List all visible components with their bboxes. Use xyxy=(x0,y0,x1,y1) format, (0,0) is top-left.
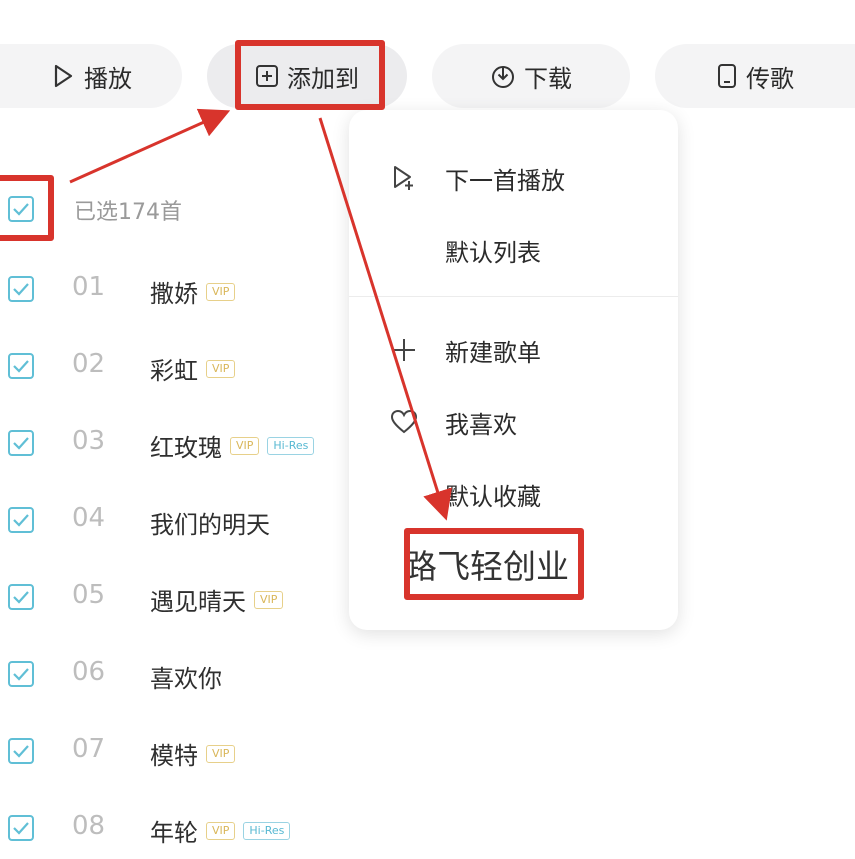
vip-badge: VIP xyxy=(230,436,260,455)
menu-divider xyxy=(349,296,678,297)
check-icon xyxy=(13,591,29,604)
row-checkbox[interactable] xyxy=(8,276,34,302)
transfer-label: 传歌 xyxy=(746,64,794,93)
track-title: 撒娇 xyxy=(150,280,198,308)
phone-icon xyxy=(718,64,736,88)
play-icon xyxy=(54,64,73,88)
row-checkbox[interactable] xyxy=(8,353,34,379)
track-number: 05 xyxy=(72,580,106,610)
row-checkbox[interactable] xyxy=(8,661,34,687)
menu-item-new-playlist[interactable]: 新建歌单 xyxy=(349,330,678,370)
vip-badge: VIP xyxy=(254,590,284,609)
track-title: 红玫瑰 xyxy=(150,434,222,462)
menu-item-label: 默认列表 xyxy=(445,238,541,267)
add-to-button[interactable]: 添加到 xyxy=(207,44,407,108)
check-icon xyxy=(13,514,29,527)
vip-badge: VIP xyxy=(206,744,236,763)
menu-item-label: 默认收藏 xyxy=(445,482,541,511)
row-checkbox[interactable] xyxy=(8,430,34,456)
select-all-checkbox[interactable] xyxy=(8,196,34,222)
check-icon xyxy=(13,668,29,681)
track-number: 03 xyxy=(72,426,106,456)
track-title: 模特 xyxy=(150,742,198,770)
menu-item-label: 下一首播放 xyxy=(445,166,565,195)
check-icon xyxy=(13,822,29,835)
track-number: 01 xyxy=(72,272,106,302)
track-number: 04 xyxy=(72,503,106,533)
arrow-to-add-button xyxy=(69,108,231,184)
row-checkbox[interactable] xyxy=(8,738,34,764)
track-title-row[interactable]: 模特 VIP xyxy=(150,736,236,771)
track-title-row[interactable]: 彩虹 VIP xyxy=(150,351,236,386)
menu-item-default-collection[interactable]: 默认收藏 xyxy=(349,474,678,514)
menu-item-target-playlist[interactable]: 路飞轻创业 xyxy=(404,540,569,588)
vip-badge: VIP xyxy=(206,359,236,378)
check-icon xyxy=(13,745,29,758)
check-icon xyxy=(13,203,29,216)
track-number: 06 xyxy=(72,657,106,687)
track-number: 02 xyxy=(72,349,106,379)
track-title-row[interactable]: 红玫瑰 VIP Hi-Res xyxy=(150,428,315,463)
menu-item-label: 新建歌单 xyxy=(445,338,541,367)
transfer-button[interactable]: 传歌 xyxy=(655,44,855,108)
menu-item-favorites[interactable]: 我喜欢 xyxy=(349,402,678,442)
row-checkbox[interactable] xyxy=(8,507,34,533)
track-title: 喜欢你 xyxy=(150,665,222,693)
check-icon xyxy=(13,437,29,450)
menu-item-play-next[interactable]: 下一首播放 xyxy=(349,158,678,198)
add-to-label: 添加到 xyxy=(287,64,359,93)
check-icon xyxy=(13,360,29,373)
menu-item-default-list[interactable]: 默认列表 xyxy=(349,230,678,270)
track-title: 遇见晴天 xyxy=(150,588,246,616)
hires-badge: Hi-Res xyxy=(267,436,315,455)
row-checkbox[interactable] xyxy=(8,584,34,610)
download-icon xyxy=(492,66,514,88)
track-title-row[interactable]: 我们的明天 xyxy=(150,505,270,540)
selected-count: 已选174首 xyxy=(74,200,182,225)
track-title: 彩虹 xyxy=(150,357,198,385)
track-title-row[interactable]: 撒娇 VIP xyxy=(150,274,236,309)
track-number: 08 xyxy=(72,811,106,841)
check-icon xyxy=(13,283,29,296)
menu-item-label: 我喜欢 xyxy=(445,410,517,439)
vip-badge: VIP xyxy=(206,282,236,301)
track-title: 我们的明天 xyxy=(150,511,270,539)
download-label: 下载 xyxy=(524,64,572,93)
hires-badge: Hi-Res xyxy=(243,821,291,840)
row-checkbox[interactable] xyxy=(8,815,34,841)
track-title-row[interactable]: 喜欢你 xyxy=(150,659,222,694)
add-box-icon xyxy=(256,65,278,87)
track-title-row[interactable]: 遇见晴天 VIP xyxy=(150,582,284,617)
play-label: 播放 xyxy=(84,64,132,93)
play-button[interactable]: 播放 xyxy=(0,44,182,108)
play-next-icon xyxy=(389,163,419,193)
plus-icon xyxy=(389,335,419,365)
vip-badge: VIP xyxy=(206,821,236,840)
heart-icon xyxy=(389,407,419,437)
track-title: 年轮 xyxy=(150,819,198,847)
track-number: 07 xyxy=(72,734,106,764)
download-button[interactable]: 下载 xyxy=(432,44,630,108)
track-title-row[interactable]: 年轮 VIP Hi-Res xyxy=(150,813,291,848)
